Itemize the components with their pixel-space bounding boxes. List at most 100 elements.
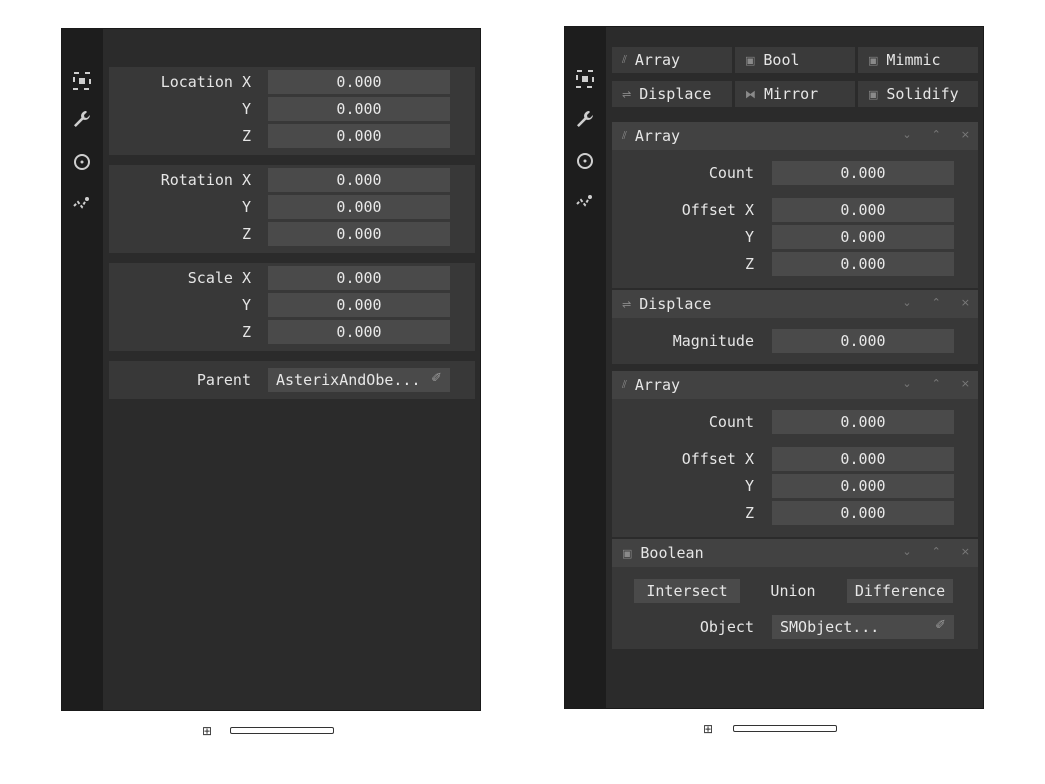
- location-x-field[interactable]: 0.000: [268, 70, 450, 94]
- add-array-button[interactable]: ⫽ Array: [612, 47, 732, 73]
- offset-z-field[interactable]: 0.000: [772, 501, 954, 525]
- add-solidify-label: Solidify: [886, 85, 959, 103]
- displace-icon: ⇌: [622, 87, 632, 101]
- displace-modifier-body: Magnitude 0.000: [612, 318, 978, 364]
- horizontal-scrollbar[interactable]: [230, 727, 334, 734]
- array-modifier-header[interactable]: ⫽ Array ⌄ ⌃ ×: [612, 371, 978, 399]
- difference-option[interactable]: Difference: [847, 579, 953, 603]
- offset-z-field[interactable]: 0.000: [772, 252, 954, 276]
- eyedropper-icon[interactable]: ✐: [935, 618, 946, 633]
- displace-icon: ⇌: [622, 297, 632, 311]
- move-up-icon[interactable]: ⌃: [932, 128, 941, 141]
- add-mimmic-button[interactable]: ▣ Mimmic: [858, 47, 978, 73]
- physics-icon[interactable]: [573, 190, 597, 214]
- object-properties-panel: Location X 0.000 Y 0.000 Z 0.000 Rotatio…: [61, 28, 481, 711]
- horizontal-scrollbar[interactable]: [733, 725, 837, 732]
- location-y-label: Y: [241, 100, 251, 118]
- add-bool-button[interactable]: ▣ Bool: [735, 47, 855, 73]
- physics-icon[interactable]: [70, 192, 94, 216]
- offset-y-label: Y: [744, 228, 754, 246]
- magnitude-field[interactable]: 0.000: [772, 329, 954, 353]
- magnitude-label: Magnitude: [672, 332, 754, 350]
- add-solidify-button[interactable]: ▣ Solidify: [858, 81, 978, 107]
- transform-icon[interactable]: [70, 69, 94, 93]
- boolean-modifier-body: Intersect Union Difference Object SMObje…: [612, 567, 978, 649]
- wrench-icon[interactable]: [573, 107, 597, 131]
- close-icon[interactable]: ×: [961, 128, 970, 141]
- add-mirror-label: Mirror: [764, 85, 819, 103]
- array-modifier-body: Count 0.000 Offset X 0.000 Y 0.000 Z 0.0…: [612, 399, 978, 537]
- scale-block: Scale X 0.000 Y 0.000 Z 0.000: [109, 263, 475, 351]
- mimic-icon: ▣: [868, 53, 879, 67]
- move-up-icon[interactable]: ⌃: [932, 377, 941, 390]
- scale-x-label: Scale X: [187, 269, 251, 287]
- boolean-modifier-title: Boolean: [640, 544, 704, 562]
- move-down-icon[interactable]: ⌄: [902, 545, 911, 558]
- parent-field[interactable]: AsterixAndObe... ✐: [268, 368, 450, 392]
- add-bool-label: Bool: [763, 51, 800, 69]
- scale-y-field[interactable]: 0.000: [268, 293, 450, 317]
- location-x-label: Location X: [160, 73, 251, 91]
- move-down-icon[interactable]: ⌄: [902, 296, 911, 309]
- object-label: Object: [699, 618, 754, 636]
- transform-icon[interactable]: [573, 67, 597, 91]
- array-modifier-header[interactable]: ⫽ Array ⌄ ⌃ ×: [612, 122, 978, 150]
- parent-block: Parent AsterixAndObe... ✐: [109, 361, 475, 399]
- rotation-y-field[interactable]: 0.000: [268, 195, 450, 219]
- bool-icon: ▣: [745, 53, 756, 67]
- scale-z-field[interactable]: 0.000: [268, 320, 450, 344]
- scale-z-label: Z: [241, 323, 251, 341]
- rotation-block: Rotation X 0.000 Y 0.000 Z 0.000: [109, 165, 475, 253]
- count-label: Count: [708, 164, 754, 182]
- move-up-icon[interactable]: ⌃: [932, 545, 941, 558]
- array-modifier-title: Array: [634, 376, 681, 394]
- location-z-field[interactable]: 0.000: [268, 124, 450, 148]
- parent-value: AsterixAndObe...: [276, 371, 421, 389]
- scale-x-field[interactable]: 0.000: [268, 266, 450, 290]
- circle-icon[interactable]: [573, 149, 597, 173]
- wrench-icon[interactable]: [70, 107, 94, 131]
- scale-y-label: Y: [241, 296, 251, 314]
- intersect-option[interactable]: Intersect: [634, 579, 740, 603]
- bool-icon: ▣: [622, 546, 633, 560]
- location-y-field[interactable]: 0.000: [268, 97, 450, 121]
- array-icon: ⫽: [622, 53, 627, 66]
- location-z-label: Z: [241, 127, 251, 145]
- solidify-icon: ▣: [868, 87, 879, 101]
- offset-x-field[interactable]: 0.000: [772, 447, 954, 471]
- boolean-modifier-header[interactable]: ▣ Boolean ⌄ ⌃ ×: [612, 539, 978, 567]
- panel-topbar: [103, 29, 480, 61]
- close-icon[interactable]: ×: [961, 545, 970, 558]
- rotation-x-field[interactable]: 0.000: [268, 168, 450, 192]
- rotation-x-label: Rotation X: [160, 171, 251, 189]
- move-down-icon[interactable]: ⌄: [902, 128, 911, 141]
- offset-y-field[interactable]: 0.000: [772, 225, 954, 249]
- displace-modifier-header[interactable]: ⇌ Displace ⌄ ⌃ ×: [612, 290, 978, 318]
- object-value: SMObject...: [780, 618, 880, 636]
- add-displace-label: Displace: [639, 85, 712, 103]
- array-modifier-title: Array: [634, 127, 681, 145]
- move-down-icon[interactable]: ⌄: [902, 377, 911, 390]
- offset-y-field[interactable]: 0.000: [772, 474, 954, 498]
- mirror-icon: ⧓: [745, 87, 756, 101]
- modifiers-panel: ⫽ Array ▣ Bool ▣ Mimmic ⇌ Displace ⧓ Mirror ▣…: [564, 26, 984, 709]
- add-mirror-button[interactable]: ⧓ Mirror: [735, 81, 855, 107]
- close-icon[interactable]: ×: [961, 377, 970, 390]
- grid-icon: ⊞: [202, 724, 213, 738]
- add-displace-button[interactable]: ⇌ Displace: [612, 81, 732, 107]
- eyedropper-icon[interactable]: ✐: [431, 371, 442, 386]
- count-field[interactable]: 0.000: [772, 161, 954, 185]
- array-icon: ⫽: [622, 129, 627, 142]
- object-field[interactable]: SMObject... ✐: [772, 615, 954, 639]
- union-option[interactable]: Union: [743, 579, 843, 603]
- displace-modifier-title: Displace: [639, 295, 712, 313]
- array-modifier-body: Count 0.000 Offset X 0.000 Y 0.000 Z 0.0…: [612, 150, 978, 288]
- close-icon[interactable]: ×: [961, 296, 970, 309]
- count-label: Count: [708, 413, 754, 431]
- properties-sidebar: [62, 29, 103, 710]
- rotation-z-field[interactable]: 0.000: [268, 222, 450, 246]
- circle-icon[interactable]: [70, 150, 94, 174]
- count-field[interactable]: 0.000: [772, 410, 954, 434]
- offset-x-field[interactable]: 0.000: [772, 198, 954, 222]
- move-up-icon[interactable]: ⌃: [932, 296, 941, 309]
